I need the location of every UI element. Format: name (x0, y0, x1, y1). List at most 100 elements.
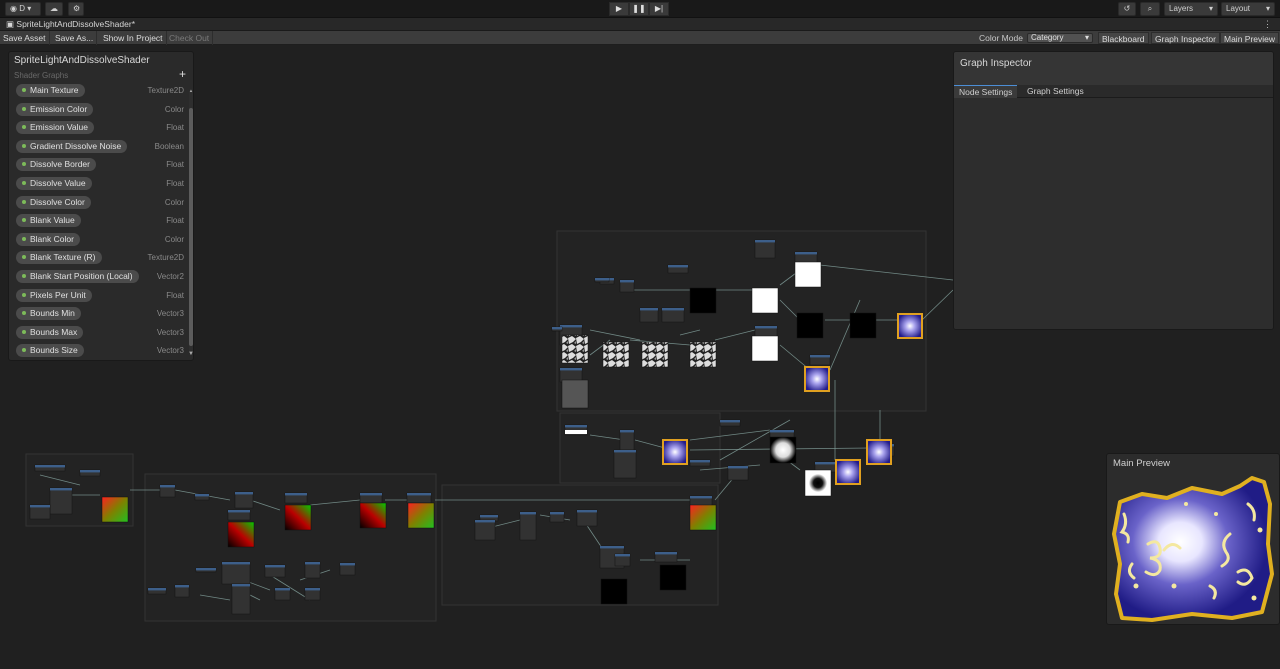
graph-inspector-toggle[interactable]: Graph Inspector (1151, 32, 1220, 44)
node-header (755, 326, 777, 329)
search-icon: ⌕ (1147, 4, 1153, 13)
search-button[interactable]: ⌕ (1140, 2, 1160, 16)
property-pill[interactable]: Bounds Min (16, 307, 81, 321)
graph-node[interactable] (474, 519, 496, 541)
graph-node[interactable] (221, 561, 251, 585)
property-row[interactable]: Bounds Max Vector3 (16, 325, 184, 339)
graph-node[interactable] (519, 511, 537, 541)
node-preview-thumbnail (284, 504, 312, 531)
property-pill[interactable]: Gradient Dissolve Noise (16, 139, 128, 153)
property-pill[interactable]: Blank Value (16, 214, 81, 228)
property-pill[interactable]: Dissolve Border (16, 158, 96, 172)
inspector-body (954, 98, 1273, 329)
play-icon: ▶ (615, 4, 623, 13)
property-pill[interactable]: Pixels Per Unit (16, 288, 92, 302)
collab-button[interactable]: ⚙ (68, 2, 84, 16)
mask-shape (800, 264, 818, 284)
node-preview-thumbnail (769, 436, 797, 464)
property-row[interactable]: Gradient Dissolve Noise Boolean (16, 139, 184, 153)
property-row[interactable]: Dissolve Border Float (16, 158, 184, 172)
property-row[interactable]: Emission Color Color (16, 102, 184, 116)
node-header (475, 520, 495, 523)
blackboard-scrollbar[interactable] (189, 92, 193, 352)
property-name: Dissolve Value (30, 178, 86, 188)
blackboard-toggle[interactable]: Blackboard (1098, 32, 1149, 44)
property-pill[interactable]: Dissolve Color (16, 195, 91, 209)
save-asset-button[interactable]: Save Asset (0, 31, 50, 45)
node-header (595, 278, 609, 281)
blackboard-subtitle: Shader Graphs (14, 71, 69, 80)
node-preview-thumbnail (689, 341, 717, 368)
graph-node[interactable] (619, 429, 635, 451)
property-row[interactable]: Blank Value Float (16, 214, 184, 228)
node-preview-thumbnail (641, 341, 669, 368)
property-row[interactable]: Blank Texture (R) Texture2D (16, 251, 184, 265)
step-icon: ▶| (654, 4, 664, 13)
scroll-down-icon[interactable]: ▼ (188, 351, 193, 357)
property-row[interactable]: Pixels Per Unit Float (16, 288, 184, 302)
graph-node[interactable] (613, 449, 637, 479)
editor-tab-bar: ▣ SpriteLightAndDissolveShader* ⋮ (0, 18, 1280, 31)
tab-title-label: SpriteLightAndDissolveShader* (16, 19, 136, 29)
property-row[interactable]: Blank Color Color (16, 232, 184, 246)
node-header (520, 512, 536, 515)
node-header (235, 492, 253, 495)
property-pill[interactable]: Bounds Max (16, 325, 84, 339)
blackboard-panel: SpriteLightAndDissolveShader Shader Grap… (8, 51, 194, 361)
property-row[interactable]: Dissolve Color Color (16, 195, 184, 209)
graph-node[interactable] (754, 239, 776, 259)
inspector-header: Graph Inspector (954, 52, 1273, 85)
graph-edge (921, 289, 954, 321)
node-header (265, 565, 285, 568)
node-header (795, 252, 817, 255)
property-pill[interactable]: Blank Texture (R) (16, 251, 102, 265)
blackboard-title: SpriteLightAndDissolveShader (14, 55, 150, 66)
cloud-button[interactable]: ☁ (45, 2, 63, 16)
account-dropdown[interactable]: ◉ D ▾ (5, 2, 41, 16)
chevron-down-icon: ▾ (1208, 4, 1213, 13)
node-header (275, 588, 290, 591)
add-property-button[interactable]: + (179, 67, 186, 81)
property-pill[interactable]: Blank Color (16, 232, 80, 246)
preview-sprite-image[interactable] (1112, 474, 1276, 624)
play-button[interactable]: ▶ (609, 2, 629, 16)
node-header (690, 496, 712, 499)
property-pill[interactable]: Main Texture (16, 84, 85, 97)
step-button[interactable]: ▶| (649, 2, 669, 16)
main-preview-toggle[interactable]: Main Preview (1220, 32, 1280, 44)
graph-node[interactable] (49, 487, 73, 515)
layers-dropdown[interactable]: Layers ▾ (1164, 2, 1218, 16)
property-row[interactable]: Bounds Size Vector3 (16, 344, 184, 358)
node-header (600, 546, 624, 549)
property-row[interactable]: Blank Start Position (Local) Vector2 (16, 270, 184, 283)
property-row[interactable]: Bounds Min Vector3 (16, 307, 184, 321)
pause-button[interactable]: ❚❚ (629, 2, 649, 16)
color-mode-dropdown[interactable]: Category ▾ (1027, 33, 1093, 43)
tab-graph-settings[interactable]: Graph Settings (1022, 85, 1089, 98)
property-row[interactable]: Emission Value Float (16, 121, 184, 135)
property-pill[interactable]: Dissolve Value (16, 177, 92, 190)
property-pill[interactable]: Emission Value (16, 121, 94, 135)
history-button[interactable]: ↺ (1118, 2, 1136, 16)
scrollbar-thumb[interactable] (189, 108, 193, 346)
node-header (30, 505, 50, 508)
node-group-frame[interactable] (559, 412, 721, 484)
layers-label: Layers (1169, 4, 1194, 13)
property-pill[interactable]: Blank Start Position (Local) (16, 270, 139, 283)
property-type: Color (164, 234, 184, 244)
node-header (810, 355, 830, 358)
show-in-project-button[interactable]: Show In Project (100, 31, 167, 45)
layout-dropdown[interactable]: Layout ▾ (1221, 2, 1275, 16)
property-row[interactable]: Main Texture Texture2D (16, 84, 184, 97)
property-pill[interactable]: Emission Color (16, 102, 94, 116)
property-row[interactable]: Dissolve Value Float (16, 177, 184, 190)
tab-node-settings[interactable]: Node Settings (954, 85, 1018, 98)
property-name: Dissolve Border (30, 159, 90, 170)
shader-graph-tab[interactable]: ▣ SpriteLightAndDissolveShader* (6, 18, 135, 31)
tab-menu-button[interactable]: ⋮ (1263, 18, 1272, 30)
save-as-button[interactable]: Save As... (52, 31, 98, 45)
property-dot-icon (22, 311, 26, 316)
node-preview-thumbnail (659, 564, 687, 591)
graph-node[interactable] (231, 583, 251, 615)
property-pill[interactable]: Bounds Size (16, 344, 84, 358)
